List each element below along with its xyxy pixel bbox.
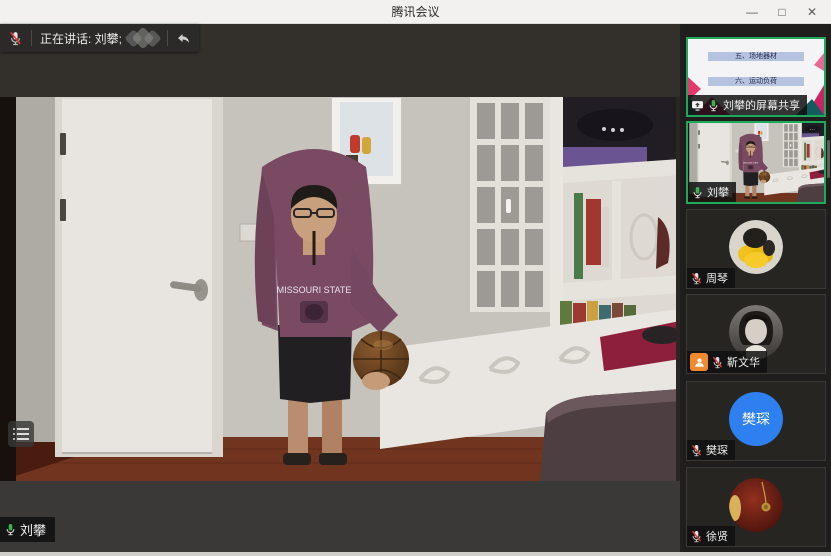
speaking-banner: 正在讲话: 刘攀;: [0, 24, 199, 52]
avatar: 樊琛: [729, 392, 783, 446]
active-speaker-name-tag: 刘攀: [0, 517, 55, 542]
divider: [167, 30, 168, 46]
main-stage: 正在讲话: 刘攀; 刘攀: [0, 24, 683, 556]
participant-name: 周琴: [706, 270, 728, 286]
screen-share-icon: [691, 99, 704, 112]
participant-name: 刘攀的屏幕共享: [723, 97, 800, 113]
participant-name: 樊琛: [706, 442, 728, 458]
room-video-frame: [0, 97, 680, 481]
avatar: [729, 220, 783, 274]
mic-on-icon: [4, 523, 17, 536]
sidebar-scrollbar[interactable]: [827, 140, 830, 178]
participant-name: 徐贤: [706, 528, 728, 544]
participant-name: 靳文华: [727, 354, 760, 370]
mic-muted-icon: [690, 272, 703, 285]
tile-label: 徐贤: [687, 526, 735, 546]
divider: [31, 30, 32, 46]
close-button[interactable]: ✕: [797, 0, 827, 24]
mic-on-icon: [707, 99, 720, 112]
tile-fanchen[interactable]: 樊琛 樊琛: [686, 381, 826, 461]
titlebar: 腾讯会议 — □ ✕: [0, 0, 831, 24]
tile-screen-share[interactable]: 五、场地器材 六、运动负荷 刘攀的屏幕共享: [686, 37, 826, 117]
window-bottom-border: [0, 552, 831, 556]
letterbox-bottom: [0, 481, 680, 556]
window-controls: — □ ✕: [737, 0, 827, 24]
tile-jinwenhua[interactable]: 靳文华: [686, 294, 826, 374]
speaking-text: 正在讲话: 刘攀;: [40, 30, 122, 47]
list-toggle-icon[interactable]: [8, 421, 34, 447]
mic-on-icon: [691, 186, 704, 199]
tile-label: 周琴: [687, 268, 735, 288]
speaker-name: 刘攀: [20, 520, 46, 539]
tencent-meeting-window: 腾讯会议 — □ ✕ 正在讲话: 刘攀;: [0, 0, 831, 556]
host-badge-icon: [690, 353, 708, 371]
tile-label: 刘攀的屏幕共享: [688, 95, 807, 115]
participant-name: 刘攀: [707, 184, 729, 200]
tile-liupan-video[interactable]: 刘攀: [686, 121, 826, 204]
mic-muted-icon: [711, 356, 724, 369]
tile-label: 刘攀: [688, 182, 736, 202]
mic-muted-icon: [690, 530, 703, 543]
avatar: [729, 478, 783, 532]
main-video[interactable]: [0, 97, 680, 481]
tile-label: 靳文华: [687, 351, 767, 373]
participants-sidebar: 五、场地器材 六、运动负荷 刘攀的屏幕共享 刘攀: [683, 24, 831, 556]
maximize-button[interactable]: □: [767, 0, 797, 24]
mic-muted-icon[interactable]: [8, 31, 23, 46]
minimize-button[interactable]: —: [737, 0, 767, 24]
reply-arrow-icon[interactable]: [176, 31, 191, 46]
slide-text-bar: 五、场地器材: [708, 52, 803, 61]
faded-avatars-icon: [132, 30, 159, 46]
window-title: 腾讯会议: [0, 3, 831, 20]
avatar-initials: 樊琛: [742, 409, 770, 429]
mic-muted-icon: [690, 444, 703, 457]
slide-text-bar: 六、运动负荷: [708, 77, 803, 86]
tile-label: 樊琛: [687, 440, 735, 460]
tile-xuxian[interactable]: 徐贤: [686, 467, 826, 547]
tile-zhouqin[interactable]: 周琴: [686, 209, 826, 289]
